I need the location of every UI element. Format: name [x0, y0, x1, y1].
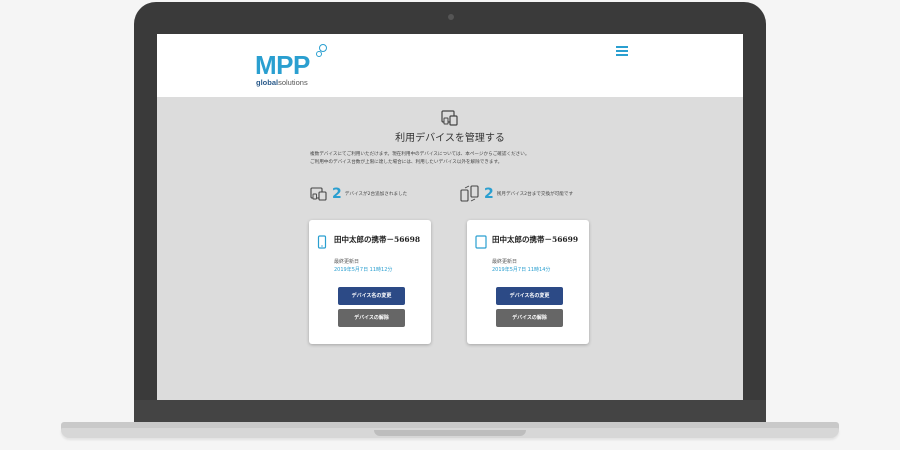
last-updated-label: 最終更新日 [492, 259, 518, 265]
rename-device-button[interactable]: デバイス名の変更 [496, 287, 563, 305]
devices-icon [310, 187, 327, 201]
device-exchange-icon [460, 185, 479, 202]
stat-exchange-remaining: 2 残月デバイス2台まで交換が可能です [460, 185, 573, 203]
stat-text: 残月デバイス2台まで交換が可能です [496, 192, 574, 197]
stat-number: 2 [332, 186, 342, 202]
description-line: ご利用中のデバイス台数が上限に達した場合には、利用したいデバイス以外を解除できま… [310, 160, 503, 165]
stat-text: デバイスが2台追加されました [344, 192, 408, 197]
last-updated-label: 最終更新日 [334, 259, 360, 265]
logo[interactable]: MPP globalsolutions [255, 44, 335, 92]
smartphone-icon [317, 234, 327, 253]
device-name: 田中太郎の携帯－56698 [334, 235, 421, 244]
stat-number: 2 [484, 186, 494, 202]
last-updated-date: 2019年5月7日 11時14分 [492, 267, 551, 273]
device-card: 田中太郎の携帯－56699 最終更新日 2019年5月7日 11時14分 デバイ… [467, 220, 589, 344]
device-card: 田中太郎の携帯－56698 最終更新日 2019年5月7日 11時12分 デバイ… [309, 220, 431, 344]
screen: MPP globalsolutions 利用デバイスを管理する 複数デバイスにて… [157, 34, 743, 400]
logo-subtitle: globalsolutions [256, 78, 308, 87]
description-line: 複数デバイスにてご利用いただけます。現在利用中のデバイスについては、本ページから… [310, 152, 530, 157]
device-name: 田中太郎の携帯－56699 [492, 235, 579, 244]
page-title: 利用デバイスを管理する [395, 133, 505, 144]
rename-device-button[interactable]: デバイス名の変更 [338, 287, 405, 305]
tablet-icon [475, 234, 487, 253]
last-updated-date: 2019年5月7日 11時12分 [334, 267, 393, 273]
camera-icon [448, 14, 454, 20]
laptop-bezel-bottom [134, 400, 766, 422]
remove-device-button[interactable]: デバイスの解除 [338, 309, 405, 327]
devices-icon [441, 110, 459, 130]
site-header: MPP globalsolutions [157, 34, 743, 97]
page-description: 複数デバイスにてご利用いただけます。現在利用中のデバイスについては、本ページから… [310, 151, 610, 167]
hamburger-menu-icon[interactable] [616, 46, 628, 58]
logo-bubble-icon [319, 44, 327, 52]
logo-brand: MPP [255, 50, 310, 80]
remove-device-button[interactable]: デバイスの解除 [496, 309, 563, 327]
stat-devices-added: 2 デバイスが2台追加されました [310, 185, 407, 203]
main-content: 利用デバイスを管理する 複数デバイスにてご利用いただけます。現在利用中のデバイス… [157, 97, 743, 400]
laptop-notch [374, 430, 526, 436]
